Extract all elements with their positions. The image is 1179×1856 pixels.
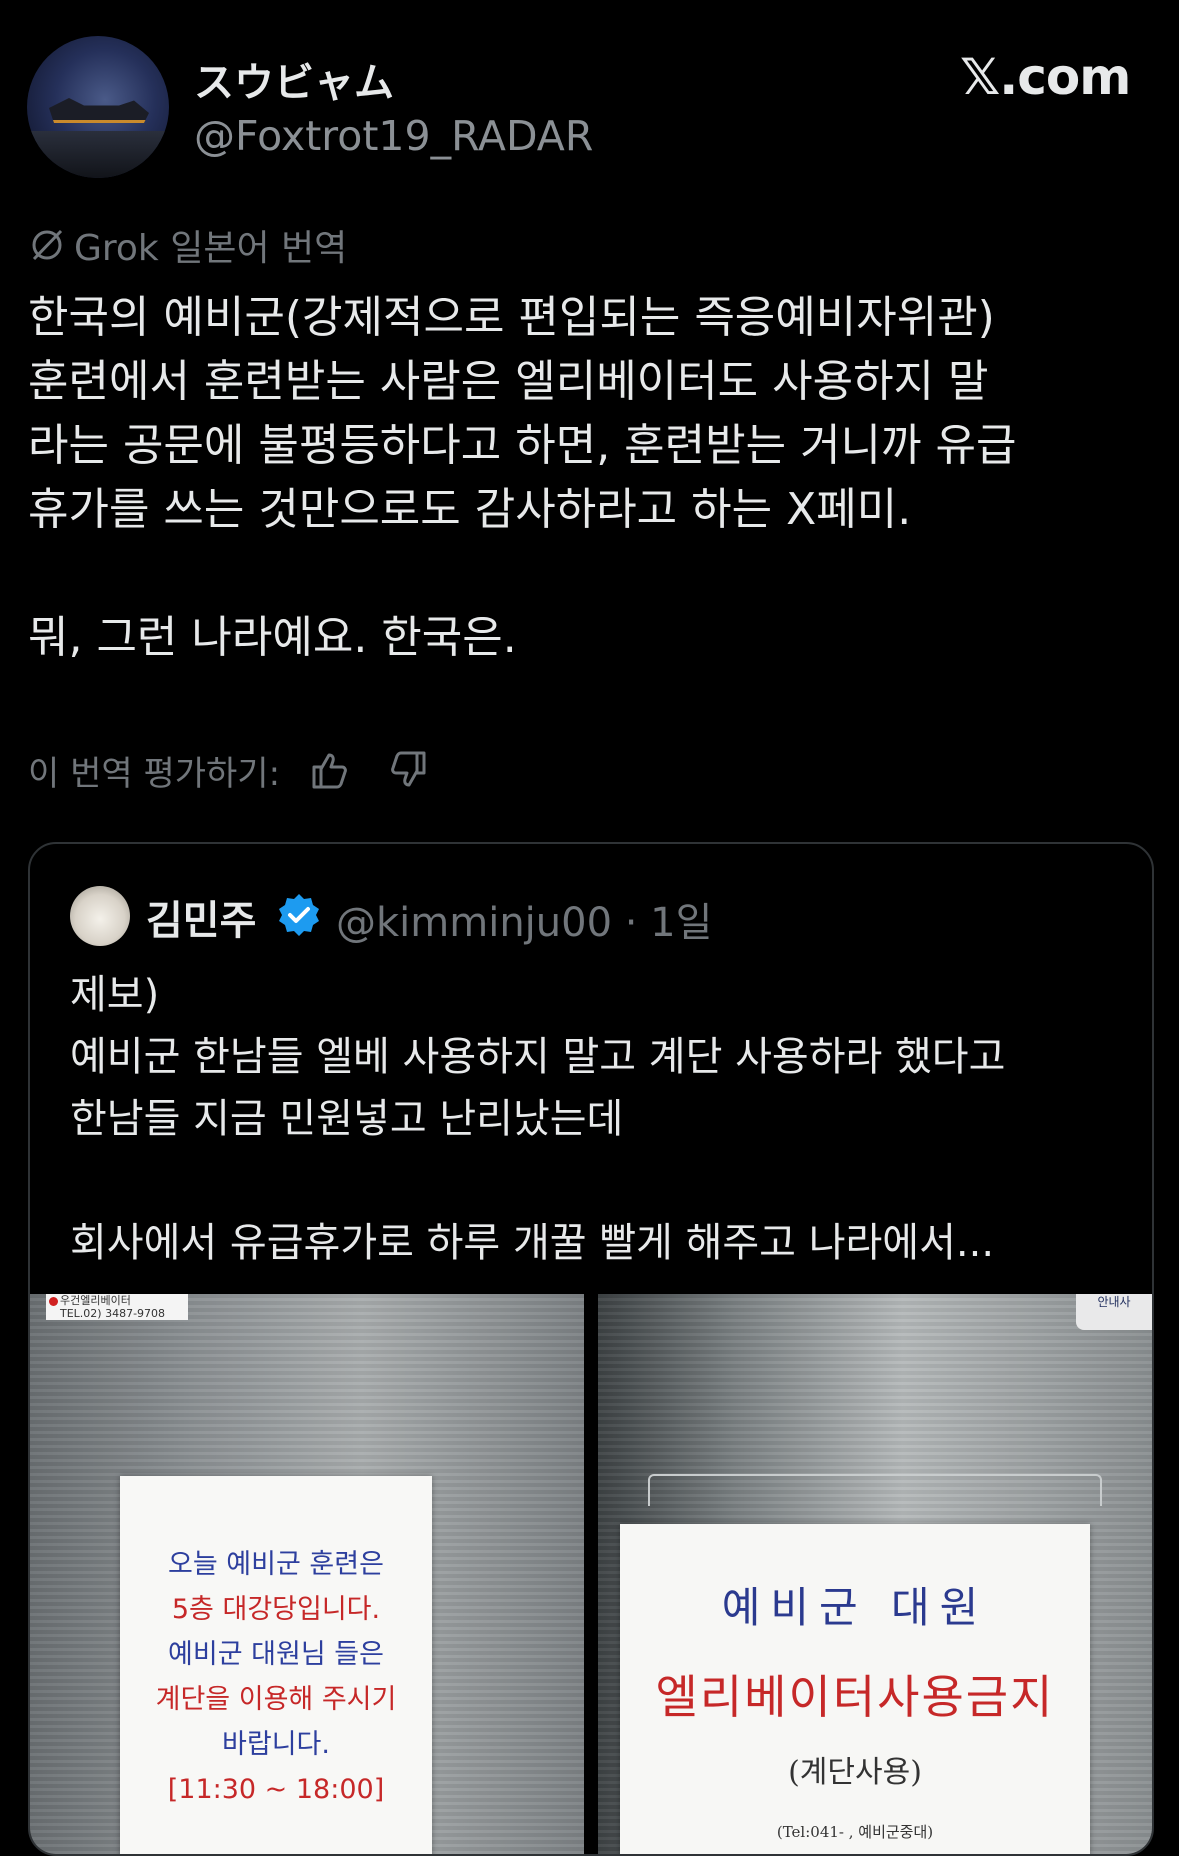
- tweet-text: 한국의 예비군(강제적으로 편입되는 즉응예비자위관) 훈련에서 훈련받는 사람…: [28, 292, 1017, 663]
- info-tag: 안내사: [1076, 1294, 1152, 1330]
- sign-line-contact: (Tel:041- , 예비군중대): [776, 1823, 934, 1841]
- thumbs-up-icon: [312, 753, 347, 789]
- sign-line: [11:30 ~ 18:00]: [167, 1774, 385, 1805]
- rate-translation-row: 이 번역 평가하기:: [28, 742, 432, 798]
- notice-sign-left: 오늘 예비군 훈련은 5층 대강당입니다. 예비군 대원님 들은 계단을 이용해…: [120, 1476, 432, 1854]
- author-handle[interactable]: @Foxtrot19_RADAR: [194, 112, 593, 160]
- translation-label: Grok 일본어 번역: [74, 228, 348, 269]
- sign-line: 5층 대강당입니다.: [171, 1594, 381, 1625]
- sign-line: 예비군 대원님 들은: [168, 1639, 384, 1670]
- slash-circle-icon: [32, 229, 63, 261]
- quoted-photo-left[interactable]: 우건엘리베이터 TEL.02) 3487-9708 오늘 예비군 훈련은 5층 …: [30, 1294, 584, 1854]
- sticker-name: 우건엘리베이터: [60, 1294, 131, 1307]
- verified-badge-icon: [279, 894, 319, 936]
- sign-line: 오늘 예비군 훈련은: [168, 1549, 384, 1580]
- quoted-photo-right[interactable]: 안내사 예비군 대원 엘리베이터사용금지 (계단사용) (Tel:041- , …: [598, 1294, 1152, 1854]
- quoted-tweet-text: 제보) 예비군 한남들 엘베 사용하지 말고 계단 사용하라 했다고 한남들 지…: [70, 972, 1006, 1266]
- avatar-ground: [27, 131, 169, 178]
- sign-line-title: 예비군 대원: [721, 1583, 989, 1632]
- sticker-logo-icon: [49, 1297, 58, 1306]
- notice-sign-right: 예비군 대원 엘리베이터사용금지 (계단사용) (Tel:041- , 예비군중…: [620, 1524, 1090, 1854]
- translation-label-row: Grok 일본어 번역: [28, 220, 347, 270]
- thumbs-down-icon: [391, 751, 426, 787]
- author-display-name[interactable]: スウビャム: [194, 50, 394, 108]
- quoted-author-avatar[interactable]: [70, 886, 130, 946]
- thumbs-up-button[interactable]: [306, 745, 356, 795]
- x-brand-watermark: 𝕏.com: [960, 48, 1131, 106]
- quoted-author-name[interactable]: 김민주: [146, 888, 256, 946]
- sticker-tel: TEL.02) 3487-9708: [60, 1307, 166, 1320]
- elevator-company-sticker: 우건엘리베이터 TEL.02) 3487-9708: [46, 1294, 188, 1320]
- author-avatar[interactable]: [27, 36, 169, 178]
- elevator-frame: [648, 1474, 1102, 1506]
- avatar-ship-silhouette: [49, 98, 149, 123]
- sign-line: 바랍니다.: [222, 1729, 330, 1760]
- sign-line-prohibition: 엘리베이터사용금지: [655, 1670, 1055, 1724]
- quoted-tweet-card[interactable]: 김민주 @kimminju00 · 1일 제보) 예비군 한남들 엘베 사용하지…: [28, 842, 1154, 1856]
- sign-line-stairs: (계단사용): [788, 1755, 922, 1790]
- thumbs-down-button[interactable]: [382, 745, 432, 795]
- rate-translation-label: 이 번역 평가하기:: [28, 753, 281, 794]
- quoted-author-handle-time: @kimminju00 · 1일: [336, 900, 713, 946]
- sign-line: 계단을 이용해 주시기: [155, 1684, 397, 1715]
